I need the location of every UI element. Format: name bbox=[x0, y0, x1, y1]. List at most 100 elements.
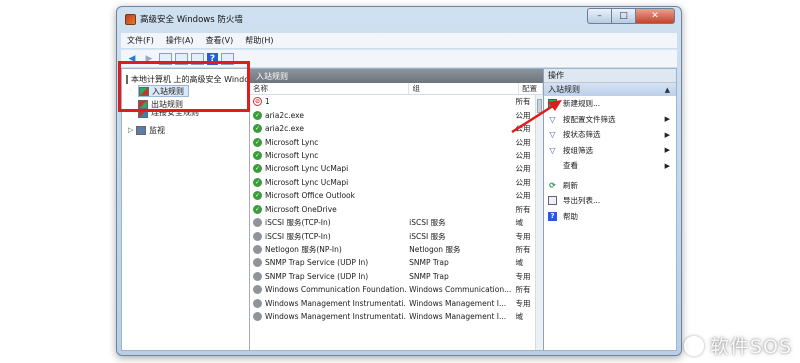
action-item[interactable]: ? 帮助 bbox=[544, 209, 676, 225]
action-item[interactable]: 新建规则... bbox=[544, 96, 676, 112]
action-label: 帮助 bbox=[563, 211, 578, 221]
blank-icon bbox=[548, 161, 557, 170]
tree-item-label: 入站规则 bbox=[152, 86, 184, 96]
table-row[interactable]: iSCSI 服务(TCP-In) iSCSI 服务 域 bbox=[250, 216, 535, 229]
rule-group: iSCSI 服务 bbox=[409, 231, 446, 241]
maximize-button[interactable]: □ bbox=[611, 8, 635, 24]
table-row[interactable]: ✓ Microsoft Office Outlook 公用 bbox=[250, 189, 535, 202]
table-row[interactable]: ✓ Microsoft Lync UcMapi 公用 bbox=[250, 176, 535, 189]
rule-profile: 域 bbox=[515, 312, 523, 322]
rule-name-cell: Netlogon 服务(NP-In) bbox=[250, 244, 406, 255]
table-row[interactable]: Netlogon 服务(NP-In) Netlogon 服务 所有 bbox=[250, 243, 535, 256]
show-hide-tree-icon[interactable] bbox=[175, 52, 188, 65]
action-item[interactable]: ▽ 按状态筛选 ▶ bbox=[544, 127, 676, 143]
rule-profile: 专用 bbox=[515, 271, 531, 281]
collapse-icon[interactable]: ▲ bbox=[665, 86, 670, 94]
filter-icon: ▽ bbox=[549, 114, 556, 124]
menu-action[interactable]: 操作(A) bbox=[166, 35, 194, 46]
rule-name-cell: Windows Management Instrumentati... bbox=[250, 312, 407, 322]
rule-name-cell: ✓ Microsoft Lync bbox=[250, 137, 406, 147]
rule-group: Windows Communication... bbox=[409, 285, 512, 295]
action-item[interactable]: ▽ 按配置文件筛选 ▶ bbox=[544, 112, 676, 128]
rule-name: Windows Communication Foundation... bbox=[265, 285, 407, 295]
rule-status-allow-icon: ✓ bbox=[253, 137, 262, 147]
rule-name-cell: SNMP Trap Service (UDP In) bbox=[250, 258, 406, 268]
actions-section-inbound-rules[interactable]: 入站规则 ▲ bbox=[544, 83, 676, 96]
rule-status-allow-icon: ✓ bbox=[253, 177, 262, 187]
table-row[interactable]: ✓ Microsoft Lync 公用 bbox=[250, 135, 535, 148]
rule-name: Microsoft Lync bbox=[265, 150, 319, 160]
rule-name: iSCSI 服务(TCP-In) bbox=[265, 218, 331, 228]
tree-item-outbound-rules[interactable]: 出站规则 bbox=[138, 98, 183, 110]
forward-arrow-icon[interactable]: ▶ bbox=[142, 52, 156, 66]
help-icon[interactable]: ? bbox=[207, 52, 218, 65]
tree-item-inbound-rules[interactable]: 入站规则 bbox=[138, 85, 189, 97]
new-rule-icon bbox=[548, 99, 557, 109]
action-item[interactable]: ⟳ 刷新 bbox=[544, 178, 676, 194]
rule-profile: 公用 bbox=[515, 124, 531, 134]
action-item[interactable]: ▽ 按组筛选 ▶ bbox=[544, 143, 676, 159]
rules-list-pane: 入站规则 名称 组 配置文件 ⊘1所有✓aria2c.exe公用✓aria2c.… bbox=[250, 69, 544, 350]
action-item[interactable]: 导出列表... bbox=[544, 193, 676, 209]
firewall-icon bbox=[126, 74, 128, 84]
table-row[interactable]: ✓ Microsoft Lync 公用 bbox=[250, 149, 535, 162]
rule-profile: 域 bbox=[515, 258, 523, 268]
tree-item-connection-security[interactable]: 连接安全规则 bbox=[138, 110, 199, 118]
table-row[interactable]: SNMP Trap Service (UDP In) SNMP Trap 域 bbox=[250, 256, 535, 269]
minimize-button[interactable]: – bbox=[587, 8, 611, 24]
action-label: 刷新 bbox=[563, 180, 578, 190]
rule-group: Windows Management I... bbox=[409, 298, 507, 308]
menu-view[interactable]: 查看(V) bbox=[206, 35, 234, 46]
rule-profile: 公用 bbox=[515, 177, 531, 187]
table-row[interactable]: ✓ Microsoft OneDrive 所有 bbox=[250, 203, 535, 216]
table-row[interactable]: iSCSI 服务(TCP-In) iSCSI 服务 专用 bbox=[250, 229, 535, 242]
table-row[interactable]: Windows Management Instrumentati... Windo… bbox=[250, 310, 535, 323]
scrollbar-thumb[interactable] bbox=[537, 99, 542, 113]
column-header-profile[interactable]: 配置文件 bbox=[519, 83, 543, 94]
table-row[interactable]: Windows Communication Foundation... Windo… bbox=[250, 283, 535, 296]
refresh-icon: ⟳ bbox=[549, 180, 556, 190]
up-folder-icon[interactable] bbox=[159, 52, 172, 65]
action-item[interactable]: 查看 ▶ bbox=[544, 158, 676, 174]
rule-group: Windows Management I... bbox=[409, 312, 507, 322]
rule-status-allow-icon: ✓ bbox=[253, 204, 262, 214]
table-row[interactable]: ✓ aria2c.exe 公用 bbox=[250, 108, 535, 121]
rules-rows: ⊘ 1 所有 ✓ aria2c.exe 公用 ✓ aria2c.exe 公用 ✓ Microsoft… bbox=[250, 95, 535, 350]
rule-name: SNMP Trap Service (UDP In) bbox=[265, 271, 369, 281]
tree-item-label: 出站规则 bbox=[151, 99, 183, 109]
rule-profile: 所有 bbox=[515, 204, 531, 214]
rule-name-cell: ✓ Microsoft Lync UcMapi bbox=[250, 164, 406, 174]
tree-root[interactable]: 本地计算机 上的高级安全 Windows 防火墙 bbox=[126, 73, 249, 85]
rule-status-neutral-icon bbox=[253, 258, 262, 268]
action-label: 按状态筛选 bbox=[563, 130, 601, 140]
vertical-scrollbar[interactable] bbox=[535, 95, 543, 350]
table-row[interactable]: ✓ aria2c.exe 公用 bbox=[250, 122, 535, 135]
title-bar[interactable]: 高级安全 Windows 防火墙 – □ ✕ bbox=[117, 7, 681, 31]
tree-item-monitoring[interactable]: ▷ 监视 bbox=[128, 124, 165, 136]
rule-status-neutral-icon bbox=[253, 312, 262, 322]
table-row[interactable]: ✓ Microsoft Lync UcMapi 公用 bbox=[250, 162, 535, 175]
column-header-group[interactable]: 组 bbox=[409, 83, 520, 94]
table-row[interactable]: ⊘ 1 所有 bbox=[250, 95, 535, 108]
column-header-name[interactable]: 名称 bbox=[250, 83, 410, 94]
back-arrow-icon[interactable]: ◀ bbox=[125, 52, 139, 66]
inbound-rules-icon bbox=[139, 86, 149, 96]
close-button[interactable]: ✕ bbox=[635, 8, 675, 24]
export-icon[interactable] bbox=[191, 52, 204, 65]
rule-profile: 公用 bbox=[515, 110, 531, 120]
menu-file[interactable]: 文件(F) bbox=[127, 35, 154, 46]
rule-name: Windows Management Instrumentati... bbox=[265, 312, 407, 322]
rule-name-cell: ✓ Microsoft Lync bbox=[250, 150, 406, 160]
rule-profile: 专用 bbox=[515, 298, 531, 308]
expand-arrow-icon[interactable]: ▷ bbox=[128, 126, 136, 134]
rule-name: Windows Management Instrumentati... bbox=[265, 298, 407, 308]
menu-help[interactable]: 帮助(H) bbox=[245, 35, 273, 46]
rule-name-cell: ⊘ 1 bbox=[250, 97, 406, 107]
actions-title: 操作 bbox=[544, 69, 676, 83]
table-row[interactable]: SNMP Trap Service (UDP In) SNMP Trap 专用 bbox=[250, 270, 535, 283]
show-hide-action-pane-icon[interactable] bbox=[221, 52, 234, 65]
rule-profile: 公用 bbox=[515, 191, 531, 201]
tree-item-label: 连接安全规则 bbox=[151, 110, 199, 117]
rule-profile: 所有 bbox=[515, 285, 531, 295]
table-row[interactable]: Windows Management Instrumentati... Windo… bbox=[250, 297, 535, 310]
